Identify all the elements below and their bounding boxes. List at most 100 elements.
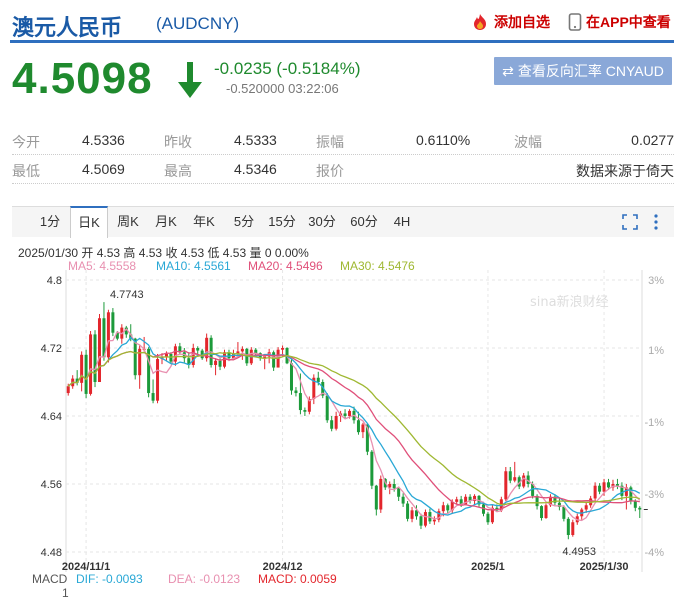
min-label: 4.4953 <box>562 546 596 558</box>
more-options-icon[interactable] <box>652 213 660 231</box>
candle-body <box>89 334 93 394</box>
fullscreen-icon[interactable] <box>622 214 638 230</box>
x-tick-label: 2024/11/1 <box>62 561 110 572</box>
candle-body <box>513 477 517 481</box>
pct-tick-label: 1% <box>648 345 664 357</box>
candle-body <box>281 348 285 350</box>
candle-body <box>164 353 168 357</box>
candle-body <box>303 410 307 412</box>
tab-2[interactable]: 周K <box>110 207 146 236</box>
amplitude-value: 0.6110% <box>416 132 471 148</box>
candle-body <box>66 386 70 394</box>
candle-body <box>169 353 173 362</box>
candle-body <box>562 506 566 519</box>
candle-body <box>348 410 352 416</box>
symbol-code: (AUDCNY) <box>156 14 240 33</box>
tab-7[interactable]: 30分 <box>304 207 340 236</box>
high-label: 最高 <box>164 163 192 179</box>
candle-body <box>93 334 97 382</box>
y-tick-label: 4.8 <box>47 275 62 287</box>
y-tick-label: 4.64 <box>41 411 62 423</box>
wave-label: 波幅 <box>514 134 542 150</box>
tab-9[interactable]: 4H <box>384 207 420 236</box>
add-watchlist-button[interactable]: 添加自选 <box>470 12 550 32</box>
stats-table: 今开 4.5336 昨收 4.5333 振幅 0.6110% 波幅 0.0277… <box>12 126 674 184</box>
candle-body <box>330 420 334 429</box>
reverse-rate-label: 查看反向汇率 CNYAUD <box>517 63 664 79</box>
candle-body <box>151 393 155 401</box>
candle-body <box>593 485 597 499</box>
candle-body <box>584 505 588 510</box>
amplitude-label: 振幅 <box>316 134 344 150</box>
tab-4[interactable]: 年K <box>186 207 222 236</box>
price-change: -0.0235 (-0.5184%) <box>214 59 361 78</box>
down-arrow-icon <box>178 62 202 98</box>
phone-icon <box>568 13 582 31</box>
fire-icon <box>474 14 486 30</box>
open-label: 今开 <box>12 134 40 150</box>
ma5-line <box>67 328 641 522</box>
prev-close-value: 4.5333 <box>234 132 277 148</box>
y-tick-label: 4.56 <box>41 479 62 491</box>
candle-body <box>156 359 160 401</box>
candle-body <box>423 512 427 526</box>
swap-icon: ⇄ <box>502 62 514 79</box>
watermark: sina新浪财经 <box>530 294 609 310</box>
candle-body <box>522 475 526 487</box>
candle-body <box>80 354 84 383</box>
candle-body <box>598 485 602 492</box>
candle-body <box>410 510 414 519</box>
data-source: 数据来源于倚天 <box>576 163 674 179</box>
candle-body <box>397 488 401 497</box>
tab-8[interactable]: 60分 <box>346 207 382 236</box>
candle-body <box>486 513 490 523</box>
candle-body <box>289 363 293 391</box>
candle-body <box>343 413 347 416</box>
macd-axis-label: 1 <box>62 586 69 600</box>
candle-body <box>374 485 378 510</box>
kline-chart[interactable]: 4.8 4.72 4.64 4.56 4.48 3% 1% -1% -3% -4% 2024/11/… <box>0 270 681 572</box>
reverse-rate-button[interactable]: ⇄ 查看反向汇率 CNYAUD <box>494 57 672 85</box>
price-subline: -0.520000 03:22:06 <box>226 81 339 96</box>
candle-body <box>401 496 405 504</box>
x-tick-label: 2025/1/30 <box>580 561 629 572</box>
candle-body <box>133 338 137 376</box>
page-title: 澳元人民币 <box>12 16 123 41</box>
ma10-line <box>67 336 641 516</box>
tab-0[interactable]: 1分 <box>32 207 68 236</box>
wave-value: 0.0277 <box>631 132 674 148</box>
candle-body <box>432 519 436 522</box>
candle-body <box>406 503 410 519</box>
open-in-app-label: 在APP中查看 <box>586 14 671 30</box>
x-tick-label: 2024/12 <box>263 561 303 572</box>
low-value: 4.5069 <box>82 161 125 177</box>
macd-dif: DIF: -0.0093 <box>76 572 143 586</box>
tab-3[interactable]: 月K <box>148 207 184 236</box>
candle-body <box>544 505 548 518</box>
candle-body <box>446 505 450 511</box>
current-price: 4.5098 <box>12 54 153 103</box>
candle-body <box>272 352 276 368</box>
candle-body <box>196 348 200 351</box>
candle-body <box>379 478 383 510</box>
open-in-app-button[interactable]: 在APP中查看 <box>568 12 671 32</box>
tab-5[interactable]: 5分 <box>226 207 262 236</box>
candle-body <box>214 360 218 365</box>
candle-body <box>356 420 360 433</box>
candle-body <box>392 484 396 489</box>
tab-6[interactable]: 15分 <box>264 207 300 236</box>
candle-body <box>254 349 258 354</box>
stats-row: 今开 4.5336 昨收 4.5333 振幅 0.6110% 波幅 0.0277 <box>12 126 674 155</box>
high-value: 4.5346 <box>234 161 277 177</box>
tab-1[interactable]: 日K <box>70 206 108 238</box>
candle-body <box>540 506 544 518</box>
candle-body <box>294 390 298 394</box>
candle-body <box>441 505 445 512</box>
candle-body <box>633 501 637 508</box>
add-watchlist-label: 添加自选 <box>494 14 550 30</box>
candle-body <box>218 360 222 367</box>
pct-tick-label: -4% <box>644 547 664 559</box>
candle-body <box>566 518 570 535</box>
candle-body <box>111 312 115 333</box>
pct-tick-label: -1% <box>644 417 664 429</box>
